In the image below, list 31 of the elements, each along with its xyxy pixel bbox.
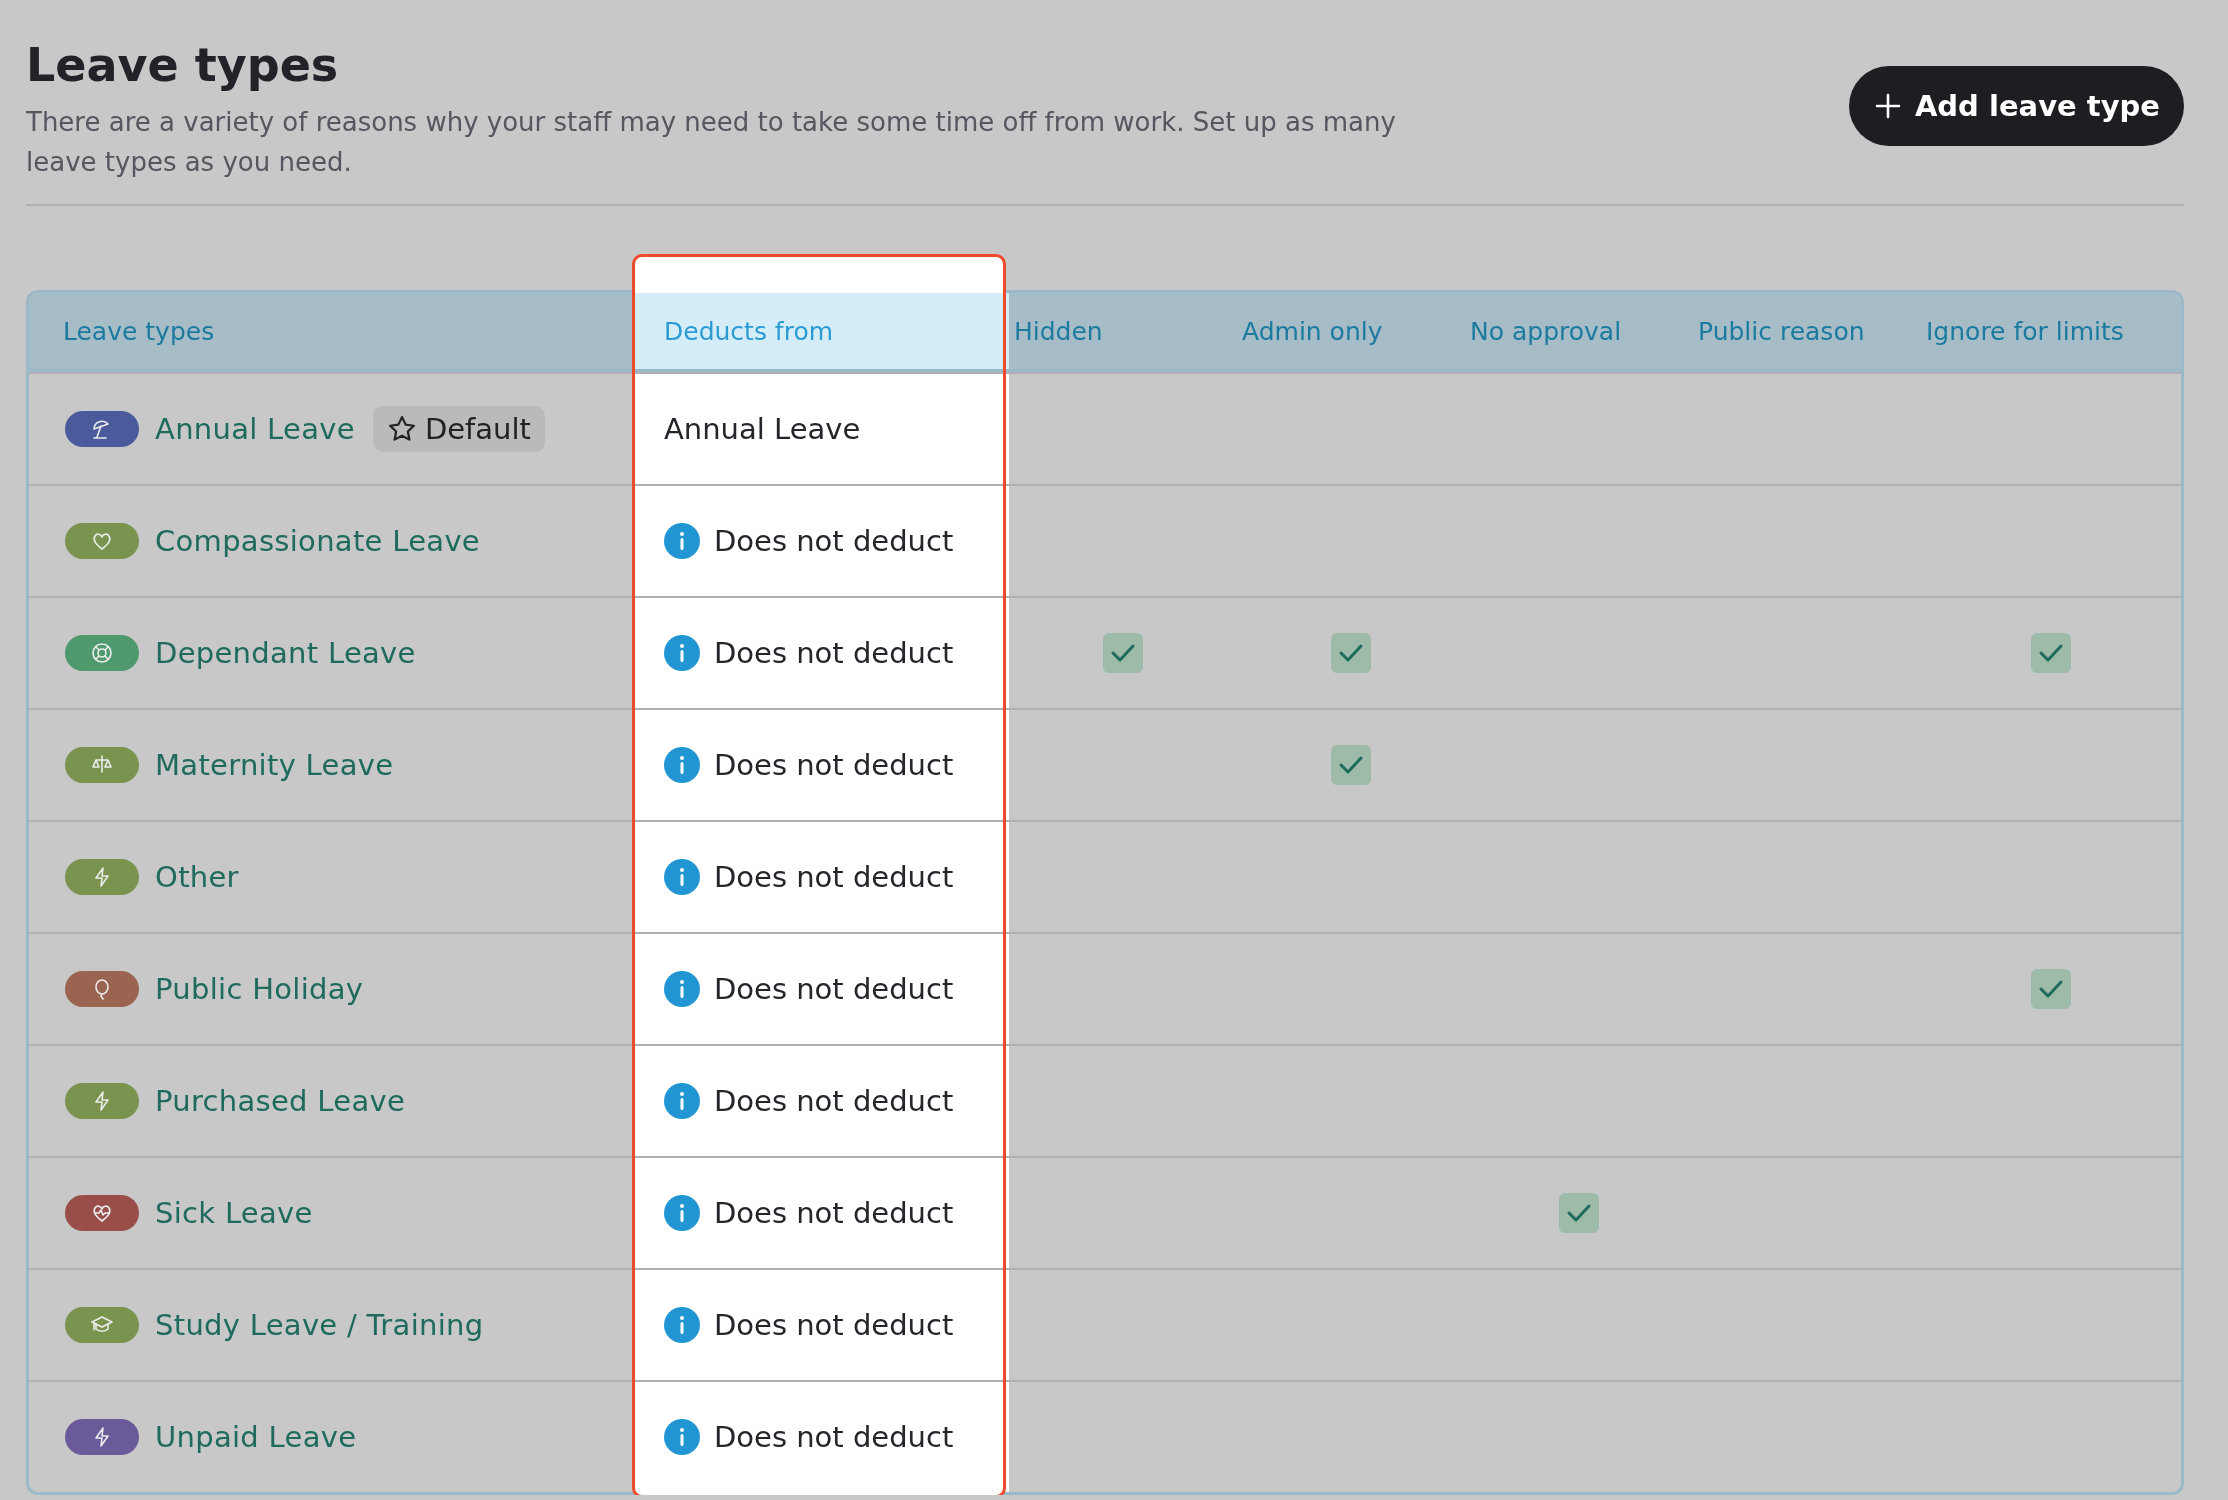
column-header: Public reason [1697,315,1866,348]
deducts-from-text: Does not deduct [714,972,954,1006]
leave-type-name[interactable]: Purchased Leave [155,1084,406,1118]
default-badge: Default [372,406,545,452]
deducts-from-text: Does not deduct [714,636,954,670]
leave-type-name[interactable]: Study Leave / Training [155,1308,484,1342]
deducts-from-text: Does not deduct [714,524,954,558]
leave-type-name[interactable]: Annual Leave [155,412,355,446]
leave-type-name[interactable]: Public Holiday [155,972,364,1006]
leave-type-name[interactable]: Maternity Leave [155,748,394,782]
deducts-from-text: Does not deduct [714,748,954,782]
column-header: Admin only [1241,315,1384,348]
page-title: Leave types [26,38,340,92]
deducts-from-text: Does not deduct [714,1308,954,1342]
leave-type-name[interactable]: Compassionate Leave [155,524,480,558]
deducts-from-text: Does not deduct [714,1420,954,1454]
column-header: Hidden [1013,315,1104,348]
column-header: Ignore for limits [1925,315,2125,348]
deducts-from-text: Annual Leave [664,412,861,446]
page-description: There are a variety of reasons why your staff may need to take some time off from work. Set up as many leave types as you need. [26,106,1397,179]
column-header: Deducts from [635,293,1009,369]
leave-type-name[interactable]: Other [155,860,239,894]
column-header: No approval [1469,315,1623,348]
add-leave-type-button[interactable]: Add leave type [1848,66,2184,146]
deducts-from-text: Does not deduct [714,1084,954,1118]
leave-type-name[interactable]: Unpaid Leave [155,1420,357,1454]
deducts-from-text: Does not deduct [714,1196,954,1230]
leave-type-name[interactable]: Sick Leave [155,1196,313,1230]
leave-type-name[interactable]: Dependant Leave [155,636,416,670]
deducts-from-text: Does not deduct [714,860,954,894]
column-header: Leave types [62,315,216,348]
